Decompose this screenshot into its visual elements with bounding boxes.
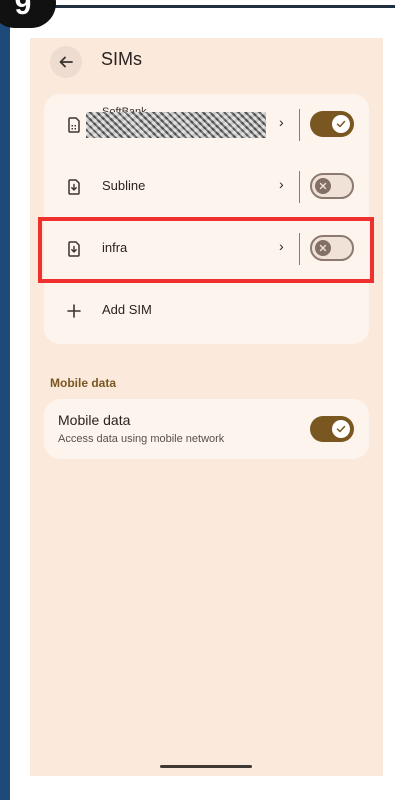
sim-toggle-softbank[interactable] [310,111,354,137]
mobile-data-title: Mobile data [58,412,131,428]
check-icon [336,120,346,128]
sim-label: Subline [102,178,146,193]
sim-toggle-subline[interactable] [310,173,354,199]
divider [299,171,300,203]
esim-download-icon [68,179,80,195]
sim-card-icon [68,117,80,133]
redaction-overlay [86,112,266,138]
add-sim-label: Add SIM [102,302,152,317]
page-title: SIMs [101,49,143,69]
mobile-data-subtitle: Access data using mobile network [58,433,225,445]
check-icon [336,425,346,433]
close-icon [319,182,327,190]
mobile-data-row[interactable]: Mobile data Access data using mobile net… [44,399,369,459]
chevron-right-icon: › [279,114,284,130]
chevron-right-icon: › [279,176,284,192]
divider [299,109,300,141]
toggle-knob [332,420,350,438]
arrow-left-icon [59,56,73,68]
back-button[interactable] [50,46,82,78]
mobile-data-toggle[interactable] [310,416,354,442]
sim-row-subline[interactable]: Subline › [44,156,369,218]
section-header-mobile-data: Mobile data [50,376,117,390]
top-bar [0,5,395,8]
toggle-knob [315,178,331,194]
frame-left-strip [10,8,30,800]
sims-screen: SIMs SoftBank › [30,38,383,776]
plus-icon [67,304,81,318]
toggle-knob [332,115,350,133]
sim-row-softbank[interactable]: SoftBank › [44,94,369,156]
add-sim-button[interactable]: Add SIM [44,280,369,342]
gesture-nav-bar[interactable] [160,765,252,768]
highlight-box [38,217,374,283]
